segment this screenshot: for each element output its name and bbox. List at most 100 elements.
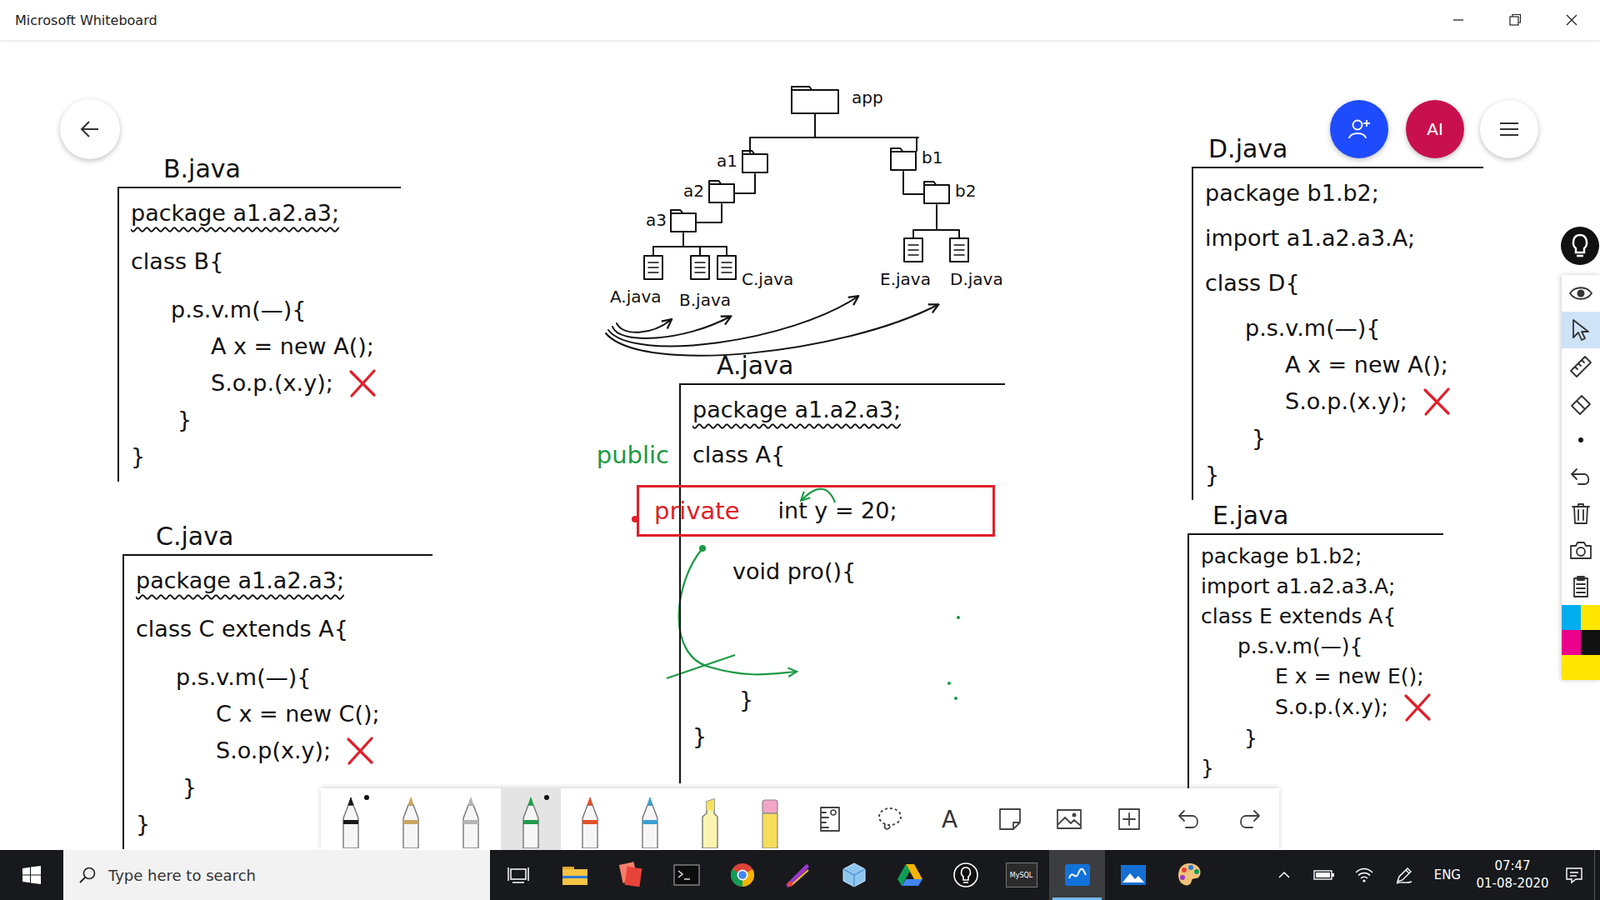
tree-label: B.java <box>679 289 731 311</box>
lasso-tool[interactable] <box>860 788 920 850</box>
tree-label: C.java <box>741 268 794 290</box>
taskbar-app[interactable] <box>937 850 994 900</box>
taskbar-app[interactable] <box>1160 850 1217 900</box>
tree-label: app <box>851 86 884 109</box>
battery-button[interactable] <box>1304 850 1345 900</box>
pen-tool[interactable] <box>560 788 621 850</box>
side-tool[interactable] <box>1561 568 1600 605</box>
hidden-icons-button[interactable] <box>1264 850 1305 900</box>
code-text: package a1.a2.a3; <box>130 195 340 232</box>
network-button[interactable] <box>1344 850 1385 900</box>
taskbar-app[interactable] <box>714 850 770 900</box>
side-tool[interactable] <box>1561 348 1600 385</box>
side-tool[interactable] <box>1561 421 1600 459</box>
side-tool[interactable] <box>1561 531 1600 569</box>
side-tool[interactable] <box>1561 495 1600 532</box>
color-swatch[interactable] <box>1580 605 1600 630</box>
highlighter-tool[interactable] <box>680 788 740 850</box>
search-box[interactable]: Type here to search <box>63 850 490 900</box>
action-center-button[interactable] <box>1554 850 1595 900</box>
color-swatch[interactable] <box>1580 655 1600 680</box>
taskbar-app[interactable] <box>658 850 715 900</box>
side-tool[interactable] <box>1561 311 1600 349</box>
start-button[interactable] <box>0 850 64 900</box>
image-tool[interactable] <box>1040 788 1100 850</box>
active-dot <box>364 795 370 800</box>
taskbar-app[interactable] <box>1049 850 1105 900</box>
error-cross-icon <box>346 367 379 400</box>
color-swatch[interactable] <box>1561 630 1581 655</box>
redo-icon <box>1234 804 1265 835</box>
taskbar-app[interactable] <box>770 850 826 900</box>
code-note[interactable]: E.javapackage b1.b2;import a1.a2.a3.A;cl… <box>1187 498 1444 790</box>
color-swatch[interactable] <box>1580 630 1600 655</box>
code-text: } <box>177 401 192 439</box>
menu-button[interactable] <box>1480 100 1539 159</box>
side-tool[interactable] <box>1561 458 1600 495</box>
folder-icon[interactable] <box>742 150 768 173</box>
color-swatch[interactable] <box>1561 655 1581 680</box>
pen-tool[interactable] <box>620 788 680 850</box>
side-tool[interactable] <box>1561 275 1600 312</box>
close-button[interactable] <box>1543 0 1600 40</box>
code-line: } <box>130 401 391 439</box>
code-line: } <box>692 718 995 755</box>
code-box: package b1.b2;import a1.a2.a3.A;class D{… <box>1191 166 1484 500</box>
taskbar-app[interactable]: MySQL <box>993 850 1050 900</box>
invite-button[interactable] <box>1330 100 1389 159</box>
text-tool[interactable]: A <box>920 788 980 850</box>
restore-button[interactable] <box>1486 0 1544 40</box>
code-line: C x = new C(); <box>135 695 423 733</box>
pen-workspace-button[interactable] <box>1384 850 1425 900</box>
code-text: p.s.v.m(—){ <box>1237 631 1363 662</box>
undo-tool[interactable] <box>1159 788 1220 850</box>
code-note[interactable]: D.javapackage b1.b2;import a1.a2.a3.A;cl… <box>1191 131 1484 500</box>
folder-icon[interactable] <box>924 181 950 204</box>
file-icon[interactable] <box>950 238 969 262</box>
ink-beautify-button[interactable] <box>1560 225 1600 267</box>
show-desktop-button[interactable] <box>1594 850 1600 900</box>
minimize-button[interactable] <box>1430 0 1487 40</box>
pen-tool[interactable] <box>320 788 381 850</box>
code-text: S.o.p.(x.y); <box>210 365 334 402</box>
code-text: A x = new A(); <box>210 328 375 365</box>
code-note[interactable]: A.javapackage a1.a2.a3;class A{publicpri… <box>679 348 1005 784</box>
search-placeholder: Type here to search <box>108 866 256 885</box>
color-swatch[interactable] <box>1561 605 1581 630</box>
taskbar-app[interactable] <box>825 850 882 900</box>
clock[interactable]: 07:4701-08-2020 <box>1470 850 1555 900</box>
taskbar-app[interactable] <box>546 850 603 900</box>
folder-icon[interactable] <box>890 148 916 170</box>
folder-icon[interactable] <box>670 210 696 232</box>
tree-label: a1 <box>716 150 738 172</box>
note-tool[interactable] <box>980 788 1040 850</box>
add-tool[interactable] <box>1099 788 1160 850</box>
mysql-label: MySQL <box>1010 871 1033 880</box>
active-indicator <box>1052 897 1102 900</box>
file-icon[interactable] <box>717 255 736 280</box>
annotation-marks <box>631 489 960 700</box>
side-tool[interactable] <box>1561 385 1600 422</box>
note-title: B.java <box>117 151 401 187</box>
taskbar-app[interactable] <box>1105 850 1161 900</box>
taskbar-app[interactable] <box>602 850 659 900</box>
pen-tool[interactable] <box>500 788 561 850</box>
task-view-button[interactable] <box>490 850 547 900</box>
back-button[interactable] <box>60 99 120 160</box>
folder-icon[interactable] <box>709 180 735 203</box>
file-icon[interactable] <box>904 238 923 262</box>
redo-tool[interactable] <box>1219 788 1280 850</box>
eraser-tool[interactable] <box>740 788 800 850</box>
ruler-icon <box>1568 354 1594 380</box>
code-note[interactable]: B.javapackage a1.a2.a3;class B{p.s.v.m(—… <box>117 151 401 482</box>
ruler-tool[interactable] <box>800 788 860 850</box>
file-icon[interactable] <box>690 255 710 280</box>
input-language[interactable]: ENG <box>1424 850 1471 900</box>
account-avatar[interactable]: AI <box>1405 100 1465 159</box>
taskbar-app[interactable] <box>881 850 938 900</box>
pen-tool[interactable] <box>440 788 501 850</box>
folder-icon[interactable] <box>791 86 839 114</box>
file-icon[interactable] <box>644 255 663 280</box>
pen-tool[interactable] <box>380 788 441 850</box>
code-line: import a1.a2.a3.A; <box>1200 571 1434 602</box>
